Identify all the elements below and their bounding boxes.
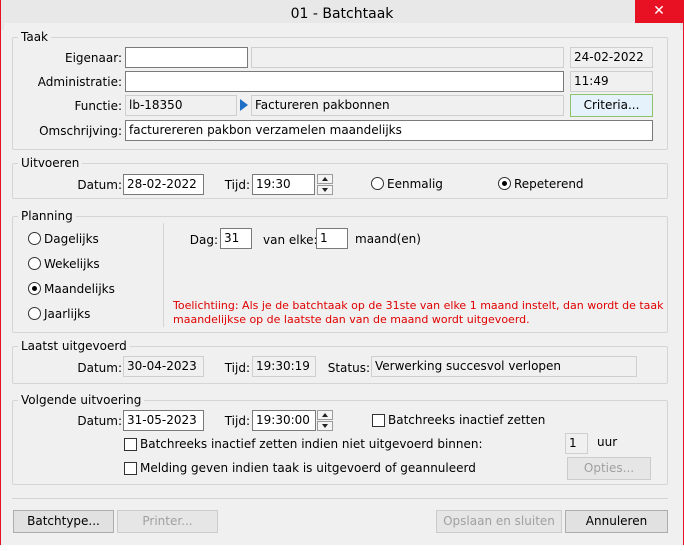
uur-label: uur [597,435,618,449]
eigenaar-label: Eigenaar: [65,51,122,65]
maand-label: maand(en) [355,232,421,246]
jaarlijks-label: Jaarlijks [44,307,91,321]
volgende-datum-label: Datum: [77,414,122,428]
melding-checkbox[interactable] [124,462,137,475]
eigenaar-field[interactable] [125,47,248,68]
inactief-checkbox[interactable] [372,414,385,427]
created-date-field: 24-02-2022 [570,47,653,68]
opties-button[interactable]: Opties... [567,457,651,480]
dialog-window: 01 - Batchtaak ✕ Taak Eigenaar: 24-02-20… [0,0,684,551]
laatst-datum-label: Datum: [77,361,122,375]
planning-note-line1: Toelichtiing: Als je de batchtaak op de … [173,299,664,312]
uitvoeren-tijd-field[interactable]: 19:30 [252,174,315,195]
wekelijks-label: Wekelijks [44,257,100,271]
van-elke-label: van elke: [263,233,318,247]
uitvoeren-datum-field[interactable]: 28-02-2022 [123,174,204,195]
volgende-tijd-field[interactable]: 19:30:00 [252,410,316,431]
planning-note-line2: maandelijkse op de laatste dan van de ma… [173,313,530,326]
play-arrow-icon [240,99,248,111]
administratie-field[interactable] [125,71,564,92]
dag-field[interactable]: 31 [220,228,252,249]
footer-divider [12,498,668,499]
background-strip [0,545,684,551]
repeterend-radio[interactable] [498,177,511,190]
laatst-tijd-field: 19:30:19 [252,356,316,377]
annuleren-button[interactable]: Annuleren [565,510,668,533]
jaarlijks-radio[interactable] [28,307,41,320]
uitvoeren-datum-label: Datum: [77,178,122,192]
planning-divider [163,223,164,327]
window-title: 01 - Batchtaak [290,6,394,22]
dag-label: Dag: [189,233,218,247]
status-label: Status: [327,361,370,375]
uitvoeren-tijd-label: Tijd: [224,178,250,192]
opslaan-button[interactable]: Opslaan en sluiten [436,510,562,533]
eigenaar-name-field [251,47,564,68]
dialog-client: Taak Eigenaar: 24-02-2022 Administratie:… [4,23,680,545]
created-time-field: 11:49 [570,71,653,92]
inactief-binnen-checkbox[interactable] [124,438,137,451]
laatst-datum-field: 30-04-2023 [123,356,204,377]
maandelijks-radio[interactable] [28,282,41,295]
wekelijks-radio[interactable] [28,257,41,270]
volgende-legend: Volgende uitvoering [21,393,142,407]
laatst-tijd-label: Tijd: [224,361,250,375]
dagelijks-label: Dagelijks [44,232,99,246]
volgende-tijd-spinner[interactable] [317,410,333,431]
laatst-legend: Laatst uitgevoerd [21,339,127,353]
functie-label: Functie: [74,99,122,113]
uur-field[interactable]: 1 [565,433,588,454]
planning-legend: Planning [21,209,73,223]
van-elke-field[interactable]: 1 [316,228,348,249]
inactief-binnen-label: Batchreeks inactief zetten indien niet u… [140,437,483,451]
uitvoeren-tijd-spinner[interactable] [317,174,333,195]
repeterend-label: Repeterend [514,177,584,191]
functie-name-field: Factureren pakbonnen [251,95,564,116]
criteria-button[interactable]: Criteria... [570,94,653,117]
batchtype-button[interactable]: Batchtype... [13,510,114,533]
functie-code-field: lb-18350 [125,95,237,116]
uitvoeren-legend: Uitvoeren [21,156,80,170]
status-field: Verwerking succesvol verlopen [371,356,637,377]
volgende-datum-field[interactable]: 31-05-2023 [123,410,204,431]
taak-legend: Taak [21,30,48,44]
melding-label: Melding geven indien taak is uitgevoerd … [140,461,476,475]
dagelijks-radio[interactable] [28,232,41,245]
close-icon[interactable]: ✕ [635,0,683,23]
eenmalig-label: Eenmalig [387,177,443,191]
eenmalig-radio[interactable] [371,177,384,190]
omschrijving-label: Omschrijving: [39,124,122,138]
omschrijving-field[interactable]: facturereren pakbon verzamelen maandelij… [125,120,653,141]
administratie-label: Administratie: [37,75,122,89]
printer-button[interactable]: Printer... [117,510,218,533]
maandelijks-label: Maandelijks [44,282,115,296]
volgende-tijd-label: Tijd: [224,414,250,428]
inactief-label: Batchreeks inactief zetten [388,413,546,427]
